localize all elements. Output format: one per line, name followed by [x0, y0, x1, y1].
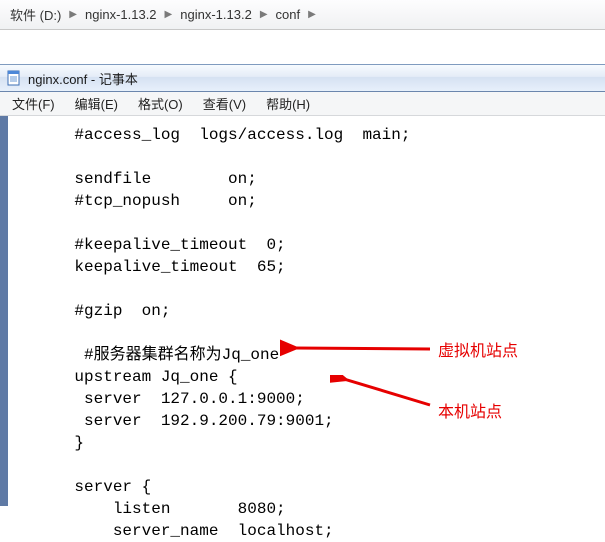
editor-line: server 192.9.200.79:9001; — [36, 412, 334, 430]
breadcrumb-item[interactable]: nginx-1.13.2 — [79, 0, 163, 29]
notepad-icon — [6, 70, 22, 86]
breadcrumb-item[interactable]: nginx-1.13.2 — [174, 0, 258, 29]
window-frame-left — [0, 116, 8, 506]
window-gap — [0, 30, 605, 64]
window-title: nginx.conf - 记事本 — [28, 69, 138, 88]
menu-format[interactable]: 格式(O) — [132, 92, 189, 115]
editor-line: server 127.0.0.1:9000; — [36, 390, 305, 408]
editor-line: upstream Jq_one { — [36, 368, 238, 386]
menu-edit[interactable]: 编辑(E) — [69, 92, 124, 115]
editor-line: sendfile on; — [36, 170, 257, 188]
editor-line: } — [36, 434, 84, 452]
text-editor-area[interactable]: #access_log logs/access.log main; sendfi… — [8, 116, 605, 506]
chevron-right-icon: ▶ — [306, 9, 318, 20]
chevron-right-icon: ▶ — [67, 9, 79, 20]
menu-help[interactable]: 帮助(H) — [260, 92, 316, 115]
editor-line: #access_log logs/access.log main; — [36, 126, 410, 144]
menu-file[interactable]: 文件(F) — [6, 92, 61, 115]
editor-line: #keepalive_timeout 0; — [36, 236, 286, 254]
editor-line: #gzip on; — [36, 302, 170, 320]
menubar: 文件(F) 编辑(E) 格式(O) 查看(V) 帮助(H) — [0, 92, 605, 116]
window-titlebar: nginx.conf - 记事本 — [0, 64, 605, 92]
editor-line: server_name localhost; — [36, 522, 334, 540]
editor-line: listen 8080; — [36, 500, 286, 518]
editor-line: #tcp_nopush on; — [36, 192, 257, 210]
menu-view[interactable]: 查看(V) — [197, 92, 252, 115]
breadcrumb-item[interactable]: 软件 (D:) — [4, 0, 67, 29]
chevron-right-icon: ▶ — [163, 9, 175, 20]
breadcrumb-item[interactable]: conf — [270, 0, 307, 29]
editor-line: server { — [36, 478, 151, 496]
breadcrumb-bar: 软件 (D:) ▶ nginx-1.13.2 ▶ nginx-1.13.2 ▶ … — [0, 0, 605, 30]
editor-line: keepalive_timeout 65; — [36, 258, 286, 276]
editor-line: #服务器集群名称为Jq_one — [36, 346, 279, 364]
chevron-right-icon: ▶ — [258, 9, 270, 20]
